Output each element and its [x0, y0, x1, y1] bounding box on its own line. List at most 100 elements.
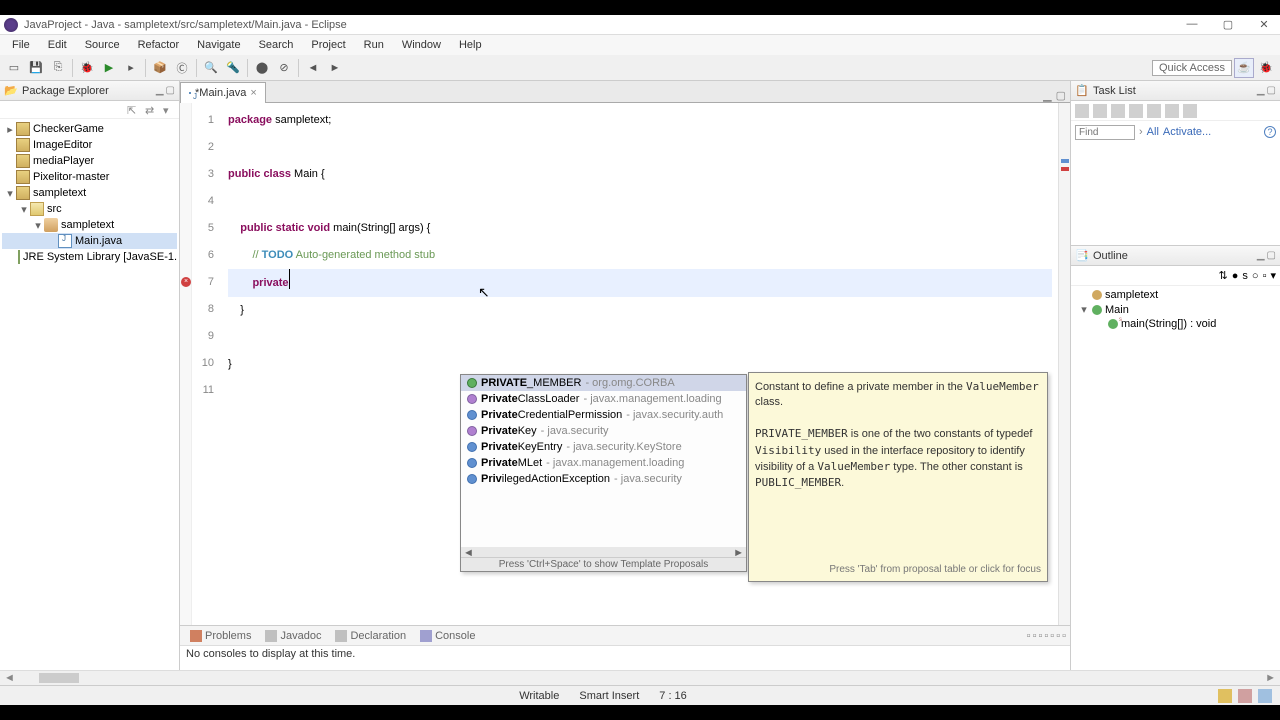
tab-close-button[interactable]: ×	[250, 87, 256, 99]
perspective-debug-button[interactable]: 🐞	[1256, 58, 1276, 78]
back-button[interactable]: ◄	[303, 58, 323, 78]
tree-item-checkergame[interactable]: ▸CheckerGame	[2, 121, 177, 137]
menu-help[interactable]: Help	[451, 37, 490, 53]
debug-button[interactable]: 🐞	[77, 58, 97, 78]
skip-breakpoints-button[interactable]: ⊘	[274, 58, 294, 78]
console-clear-button[interactable]: ▫	[1033, 630, 1037, 642]
close-button[interactable]: ✕	[1252, 18, 1276, 31]
search-button[interactable]: 🔦	[223, 58, 243, 78]
menu-window[interactable]: Window	[394, 37, 449, 53]
new-button[interactable]: ▭	[4, 58, 24, 78]
tree-item-imageeditor[interactable]: ImageEditor	[2, 137, 177, 153]
outline-sort-button[interactable]: ⇅	[1219, 269, 1228, 282]
task-find-input[interactable]	[1075, 125, 1135, 140]
task-new-button[interactable]	[1075, 104, 1089, 118]
perspective-java-button[interactable]: ☕	[1234, 58, 1254, 78]
bottom-tab-console[interactable]: Console	[414, 630, 481, 642]
outline-menu-button[interactable]: ▾	[1270, 269, 1276, 282]
outline-hide-local-button[interactable]: ▫	[1263, 270, 1267, 282]
task-schedule-button[interactable]	[1111, 104, 1125, 118]
menu-navigate[interactable]: Navigate	[189, 37, 248, 53]
status-icon-2[interactable]	[1238, 689, 1252, 703]
outline-hide-nonpublic-button[interactable]: ○	[1252, 270, 1259, 282]
error-marker[interactable]: ×	[181, 277, 191, 287]
bottom-tab-declaration[interactable]: Declaration	[329, 630, 412, 642]
task-all-link[interactable]: All	[1147, 126, 1159, 138]
overview-mark-info[interactable]	[1061, 159, 1069, 163]
autocomplete-popup[interactable]: PRIVATE_MEMBER - org.omg.CORBAPrivateCla…	[460, 374, 747, 572]
tree-item-main-java[interactable]: Main.java	[2, 233, 177, 249]
console-min-button[interactable]: ▫	[1056, 630, 1060, 642]
new-package-button[interactable]: 📦	[150, 58, 170, 78]
menu-edit[interactable]: Edit	[40, 37, 75, 53]
menu-run[interactable]: Run	[356, 37, 392, 53]
task-collapse-button[interactable]	[1147, 104, 1161, 118]
autocomplete-item[interactable]: PrivateMLet - javax.management.loading	[461, 455, 746, 471]
menu-source[interactable]: Source	[77, 37, 128, 53]
editor-maximize-button[interactable]: ▢	[1056, 89, 1066, 102]
console-pin-button[interactable]: ▫	[1027, 630, 1031, 642]
task-menu-button[interactable]	[1183, 104, 1197, 118]
bottom-tab-problems[interactable]: Problems	[184, 630, 257, 642]
console-max-button[interactable]: ▫	[1062, 630, 1066, 642]
overview-ruler[interactable]	[1058, 103, 1070, 625]
quick-access[interactable]: Quick Access	[1152, 60, 1232, 76]
maximize-button[interactable]: ▢	[1216, 18, 1240, 31]
tree-item-mediaplayer[interactable]: mediaPlayer	[2, 153, 177, 169]
console-scroll-button[interactable]: ▫	[1038, 630, 1042, 642]
new-class-button[interactable]: Ⓒ	[172, 58, 192, 78]
autocomplete-item[interactable]: PRIVATE_MEMBER - org.omg.CORBA	[461, 375, 746, 391]
minimize-button[interactable]: —	[1180, 18, 1204, 31]
run-last-button[interactable]: ▸	[121, 58, 141, 78]
javadoc-popup[interactable]: Constant to define a private member in t…	[748, 372, 1048, 582]
link-editor-button[interactable]: ⇄	[145, 104, 157, 116]
menu-project[interactable]: Project	[303, 37, 353, 53]
outline-hide-static-button[interactable]: s	[1242, 270, 1248, 282]
run-button[interactable]: ▶	[99, 58, 119, 78]
collapse-all-button[interactable]: ⇱	[127, 104, 139, 116]
status-icon-3[interactable]	[1258, 689, 1272, 703]
help-icon[interactable]: ?	[1264, 126, 1276, 138]
save-all-button[interactable]: ⎘	[48, 58, 68, 78]
view-minimize-button[interactable]: ▁	[156, 85, 164, 96]
forward-button[interactable]: ►	[325, 58, 345, 78]
autocomplete-item[interactable]: PrivateKey - java.security	[461, 423, 746, 439]
view-menu-button[interactable]: ▾	[163, 104, 175, 116]
outline-item[interactable]: main(String[]) : void	[1075, 317, 1276, 331]
task-focus-button[interactable]	[1165, 104, 1179, 118]
tree-item-sampletext[interactable]: ▾sampletext	[2, 185, 177, 201]
outline-tree[interactable]: sampletext▾Mainmain(String[]) : void	[1071, 286, 1280, 670]
outline-hide-fields-button[interactable]: ●	[1232, 270, 1239, 282]
tree-item-pixelitor-master[interactable]: Pixelitor-master	[2, 169, 177, 185]
horizontal-scrollbar[interactable]: ◄ ►	[0, 670, 1280, 685]
console-menu-button[interactable]: ▫	[1050, 630, 1054, 642]
autocomplete-item[interactable]: PrivilegedActionException - java.securit…	[461, 471, 746, 487]
outline-item[interactable]: sampletext	[1075, 288, 1276, 302]
tree-item-src[interactable]: ▾src	[2, 201, 177, 217]
task-sync-button[interactable]	[1129, 104, 1143, 118]
task-categorize-button[interactable]	[1093, 104, 1107, 118]
view-maximize-button[interactable]: ▢	[166, 85, 175, 96]
editor-tab-main-java[interactable]: *Main.java ×	[180, 82, 266, 103]
view-maximize-button[interactable]: ▢	[1267, 250, 1276, 261]
console-open-button[interactable]: ▫	[1044, 630, 1048, 642]
save-button[interactable]: 💾	[26, 58, 46, 78]
status-icon-1[interactable]	[1218, 689, 1232, 703]
menu-search[interactable]: Search	[251, 37, 302, 53]
autocomplete-item[interactable]: PrivateKeyEntry - java.security.KeyStore	[461, 439, 746, 455]
editor-minimize-button[interactable]: ▁	[1043, 89, 1051, 102]
menu-refactor[interactable]: Refactor	[130, 37, 188, 53]
open-type-button[interactable]: 🔍	[201, 58, 221, 78]
view-maximize-button[interactable]: ▢	[1267, 85, 1276, 96]
task-activate-link[interactable]: Activate...	[1163, 126, 1211, 138]
bottom-tab-javadoc[interactable]: Javadoc	[259, 630, 327, 642]
tree-item-sampletext[interactable]: ▾sampletext	[2, 217, 177, 233]
outline-item[interactable]: ▾Main	[1075, 302, 1276, 317]
toggle-breakpoint-button[interactable]: ⬤	[252, 58, 272, 78]
tree-item-jre-system-library--javase-1-[interactable]: JRE System Library [JavaSE-1.	[2, 249, 177, 265]
package-tree[interactable]: ▸CheckerGameImageEditormediaPlayerPixeli…	[0, 119, 179, 670]
menu-file[interactable]: File	[4, 37, 38, 53]
overview-mark-error[interactable]	[1061, 167, 1069, 171]
view-minimize-button[interactable]: ▁	[1257, 85, 1265, 96]
autocomplete-item[interactable]: PrivateCredentialPermission - javax.secu…	[461, 407, 746, 423]
